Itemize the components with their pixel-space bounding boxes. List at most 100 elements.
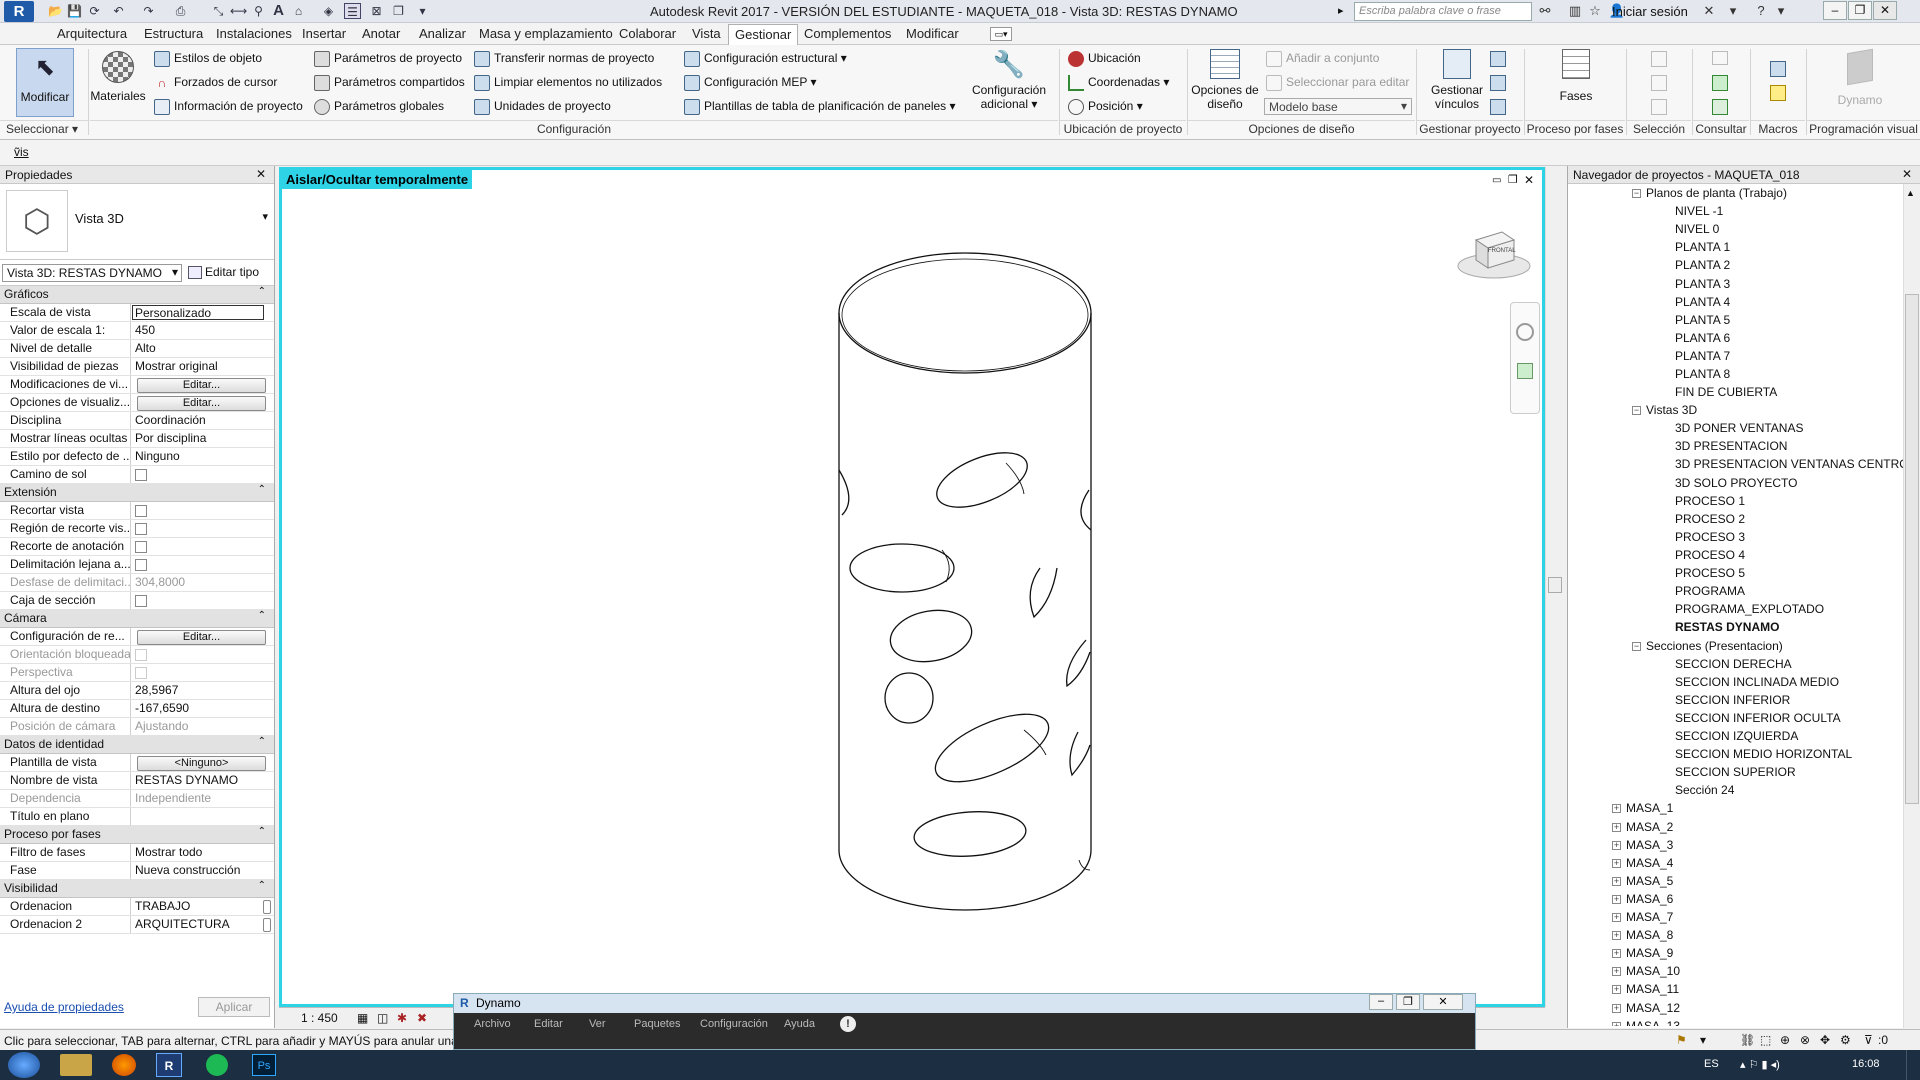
tree-item-section[interactable]: SECCION INFERIOR OCULTA — [1675, 709, 1841, 727]
project-units-button[interactable]: Unidades de proyecto — [474, 96, 611, 116]
tree-item-3d-view[interactable]: PROCESO 3 — [1675, 528, 1745, 546]
dynamo-minimize-button[interactable]: – — [1369, 994, 1393, 1010]
type-selector[interactable]: ⬡ Vista 3D ▾ — [0, 184, 274, 260]
visual-style-icon[interactable]: ◫ — [377, 1011, 388, 1025]
tree-item-plan[interactable]: PLANTA 3 — [1675, 275, 1730, 293]
tree-item-masa[interactable]: + MASA_4 — [1612, 854, 1673, 872]
collapse-icon[interactable]: − — [1632, 189, 1641, 199]
coordinates-button[interactable]: Coordenadas ▾ — [1068, 72, 1169, 92]
warnings-icon[interactable] — [1712, 75, 1728, 91]
position-button[interactable]: Posición ▾ — [1068, 96, 1143, 116]
text-icon[interactable]: A — [270, 3, 287, 19]
filter-icon[interactable]: ⊽ — [1864, 1033, 1873, 1047]
value-scroll-icon[interactable] — [263, 918, 271, 932]
tab-anotar[interactable]: Anotar — [358, 26, 404, 41]
tree-item-masa[interactable]: + MASA_12 — [1612, 999, 1680, 1017]
exchange-icon[interactable]: ✕ — [1700, 3, 1718, 20]
dynamo-menu-ver[interactable]: Ver — [589, 1018, 606, 1030]
property-value[interactable] — [131, 520, 274, 537]
property-edit-button[interactable]: Editar... — [137, 630, 266, 645]
dynamo-menu-paquetes[interactable]: Paquetes — [634, 1018, 680, 1030]
tree-item-section[interactable]: SECCION DERECHA — [1675, 655, 1792, 673]
import-units-icon[interactable] — [1490, 51, 1506, 67]
instance-selector[interactable]: Vista 3D: RESTAS DYNAMO ▾ — [2, 264, 182, 282]
collapse-icon[interactable]: ⌃ — [258, 484, 266, 495]
tray-icons[interactable]: ▴ ⚐ ▮ ◂) — [1740, 1058, 1780, 1071]
tree-item-section[interactable]: Sección 24 — [1675, 781, 1734, 799]
mep-settings-button[interactable]: Configuración MEP ▾ — [684, 72, 817, 92]
property-value[interactable] — [131, 592, 274, 609]
tree-item-plan[interactable]: NIVEL 0 — [1675, 220, 1719, 238]
property-value[interactable]: Por disciplina — [131, 430, 274, 447]
property-value[interactable]: 28,5967 — [131, 682, 274, 699]
spotify-icon[interactable] — [206, 1054, 228, 1076]
property-value[interactable] — [131, 664, 274, 681]
close-button[interactable]: ✕ — [1873, 1, 1897, 20]
thin-lines-icon[interactable]: ☰ — [344, 3, 361, 19]
property-value[interactable]: Alto — [131, 340, 274, 357]
save-icon[interactable]: 💾 — [66, 3, 83, 19]
tree-item-section[interactable]: SECCION SUPERIOR — [1675, 763, 1796, 781]
collapse-icon[interactable]: − — [1632, 406, 1641, 416]
collapse-icon[interactable]: ⌃ — [258, 610, 266, 621]
subscription-icon[interactable]: ▥ — [1566, 3, 1584, 20]
property-group-header[interactable]: Proceso por fases ⌃ — [0, 826, 274, 844]
project-info-button[interactable]: Información de proyecto — [154, 96, 303, 116]
dimension-icon[interactable]: ⟷ — [230, 3, 247, 19]
property-edit-button[interactable]: Editar... — [137, 378, 266, 393]
reveal-hidden-icon[interactable]: ✖ — [417, 1011, 427, 1025]
property-checkbox[interactable] — [135, 505, 147, 517]
tree-item-masa[interactable]: + MASA_2 — [1612, 818, 1673, 836]
snaps-button[interactable]: ∩ Forzados de cursor — [154, 72, 278, 92]
collapse-icon[interactable]: ⌃ — [258, 736, 266, 747]
minimize-button[interactable]: – — [1823, 1, 1847, 20]
macro-security-icon[interactable] — [1770, 85, 1786, 101]
starting-view-icon[interactable] — [1490, 99, 1506, 115]
tree-item-3d-view[interactable]: 3D SOLO PROYECTO — [1675, 474, 1797, 492]
property-checkbox[interactable] — [135, 595, 147, 607]
expand-icon[interactable]: + — [1612, 1022, 1621, 1026]
modify-button[interactable]: ⬉ Modificar — [16, 48, 74, 117]
property-value[interactable] — [131, 538, 274, 555]
dropdown-icon[interactable]: ▾ — [1724, 3, 1742, 20]
dynamo-menu-configuración[interactable]: Configuración — [700, 1018, 768, 1030]
tree-item-masa[interactable]: + MASA_1 — [1612, 799, 1673, 817]
expand-icon[interactable]: + — [1612, 895, 1621, 905]
tree-item-plan[interactable]: PLANTA 1 — [1675, 238, 1730, 256]
property-group-header[interactable]: Extensión ⌃ — [0, 484, 274, 502]
notification-icon[interactable]: ! — [840, 1016, 856, 1032]
close-icon[interactable]: ✕ — [1902, 167, 1912, 181]
drag-on-selection-icon[interactable]: ✥ — [1820, 1033, 1830, 1047]
redo-icon[interactable]: ↷ — [140, 3, 157, 19]
expand-icon[interactable]: + — [1612, 823, 1621, 833]
ribbon-minimize-icon[interactable]: ▭▾ — [990, 27, 1012, 41]
tree-item-plan[interactable]: PLANTA 8 — [1675, 365, 1730, 383]
tree-group-planos[interactable]: − Planos de planta (Trabajo) — [1632, 184, 1787, 202]
ids-of-selection-icon[interactable] — [1712, 51, 1728, 65]
property-checkbox[interactable] — [135, 541, 147, 553]
print-icon[interactable]: ⎙ — [172, 3, 189, 19]
manage-links-button[interactable]: Gestionar vínculos — [1422, 49, 1492, 111]
tree-item-masa[interactable]: + MASA_3 — [1612, 836, 1673, 854]
property-value[interactable]: ARQUITECTURA — [131, 916, 274, 933]
tab-instalaciones[interactable]: Instalaciones — [212, 26, 296, 41]
expand-icon[interactable]: + — [1612, 985, 1621, 995]
tree-item-masa[interactable]: + MASA_5 — [1612, 872, 1673, 890]
shared-parameters-button[interactable]: Parámetros compartidos — [314, 72, 465, 92]
tree-item-3d-view[interactable]: PROCESO 1 — [1675, 492, 1745, 510]
section-icon[interactable]: ◈ — [320, 3, 337, 19]
help-dropdown-icon[interactable]: ▾ — [1772, 3, 1790, 20]
dynamo-menu-archivo[interactable]: Archivo — [474, 1018, 511, 1030]
select-by-id-icon[interactable] — [1651, 51, 1667, 67]
property-value[interactable]: Editar... — [131, 376, 274, 393]
close-icon[interactable]: ✕ — [256, 167, 266, 181]
tree-item-3d-view[interactable]: PROCESO 2 — [1675, 510, 1745, 528]
expand-icon[interactable]: + — [1612, 877, 1621, 887]
property-value[interactable] — [131, 466, 274, 483]
materials-button[interactable]: Materiales — [90, 51, 146, 103]
revit-taskbar-icon[interactable]: R — [156, 1053, 182, 1077]
design-options-status-icon[interactable]: ▾ — [1700, 1033, 1706, 1047]
select-dropdown[interactable]: Seleccionar ▾ — [0, 120, 88, 138]
measure-icon[interactable]: ⤡ — [210, 3, 227, 19]
tree-item-masa[interactable]: + MASA_6 — [1612, 890, 1673, 908]
